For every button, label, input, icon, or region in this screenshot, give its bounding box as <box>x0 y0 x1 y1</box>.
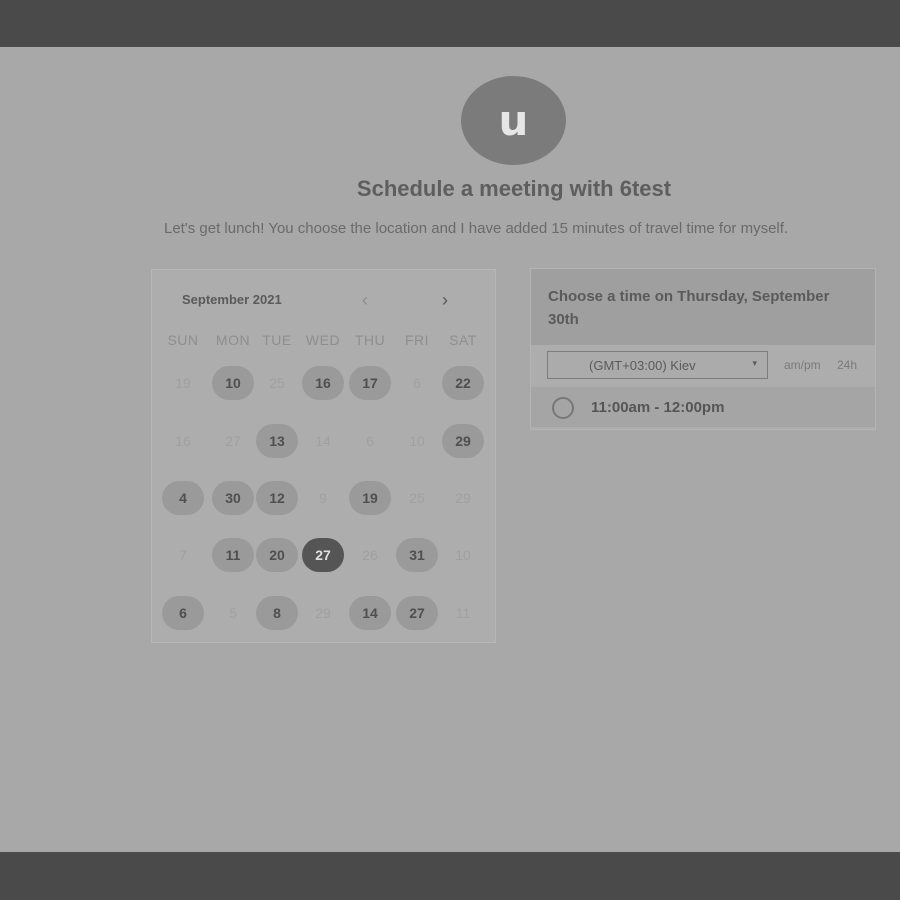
time-slot-option[interactable]: 11:00am - 12:00pm <box>531 387 875 427</box>
calendar-day-unavailable: 25 <box>409 490 425 506</box>
format-ampm-toggle[interactable]: am/pm <box>784 358 821 372</box>
calendar-day-unavailable: 27 <box>225 433 241 449</box>
calendar-day-available[interactable]: 17 <box>349 366 391 400</box>
calendar-day-available[interactable]: 6 <box>162 596 204 630</box>
calendar-day-available[interactable]: 22 <box>442 366 484 400</box>
calendar-day-available[interactable]: 16 <box>302 366 344 400</box>
caret-down-icon: ▾ <box>752 358 757 368</box>
weekday-header: THU <box>354 332 386 348</box>
calendar-day-available[interactable]: 27 <box>396 596 438 630</box>
time-slot-label: 11:00am - 12:00pm <box>591 399 725 416</box>
weekday-header: WED <box>305 332 341 348</box>
calendar-day-unavailable: 26 <box>362 547 378 563</box>
avatar-initial: u <box>498 96 529 145</box>
calendar-day-available[interactable]: 14 <box>349 596 391 630</box>
weekday-header: TUE <box>262 332 292 348</box>
calendar-day-unavailable: 9 <box>319 490 327 506</box>
calendar-day-unavailable: 5 <box>229 605 237 621</box>
weekday-header: SAT <box>449 332 477 348</box>
weekday-header: MON <box>215 332 251 348</box>
timezone-select[interactable]: (GMT+03:00) Kiev ▾ <box>547 351 768 379</box>
calendar-day-available[interactable]: 8 <box>256 596 298 630</box>
time-selection-panel: Choose a time on Thursday, September 30t… <box>530 268 876 430</box>
date-picker-calendar: September 2021 ‹ › SUN MON TUE WED THU FRI SAT… <box>151 269 496 643</box>
calendar-day-available[interactable]: 31 <box>396 538 438 572</box>
calendar-day-available[interactable]: 12 <box>256 481 298 515</box>
calendar-day-available[interactable]: 13 <box>256 424 298 458</box>
weekday-header: SUN <box>167 332 199 348</box>
calendar-day-available[interactable]: 11 <box>212 538 254 572</box>
timezone-value: (GMT+03:00) Kiev <box>589 358 696 373</box>
calendar-day-unavailable: 11 <box>455 605 471 621</box>
chevron-right-icon[interactable]: › <box>442 290 448 311</box>
bottom-overlay-bar <box>0 852 900 900</box>
calendar-day-unavailable: 29 <box>315 605 331 621</box>
calendar-day-available[interactable]: 19 <box>349 481 391 515</box>
calendar-day-unavailable: 10 <box>455 547 471 563</box>
time-panel-header: Choose a time on Thursday, September 30t… <box>531 269 875 345</box>
calendar-day-unavailable: 6 <box>366 433 374 449</box>
time-panel-title: Choose a time on Thursday, September 30t… <box>548 288 830 328</box>
calendar-day-unavailable: 16 <box>175 433 191 449</box>
weekday-header: FRI <box>404 332 430 348</box>
page-description: Let's get lunch! You choose the location… <box>164 220 789 237</box>
calendar-day-selected[interactable]: 27 <box>302 538 344 572</box>
calendar-day-unavailable: 10 <box>409 433 425 449</box>
calendar-day-unavailable: 19 <box>175 375 191 391</box>
calendar-day-available[interactable]: 20 <box>256 538 298 572</box>
avatar: u <box>461 76 566 165</box>
chevron-left-icon[interactable]: ‹ <box>362 290 368 311</box>
calendar-day-available[interactable]: 4 <box>162 481 204 515</box>
calendar-day-available[interactable]: 29 <box>442 424 484 458</box>
format-24h-toggle[interactable]: 24h <box>837 358 857 372</box>
calendar-day-unavailable: 7 <box>179 547 187 563</box>
calendar-day-unavailable: 29 <box>455 490 471 506</box>
month-label: September 2021 <box>182 292 282 307</box>
calendar-day-unavailable: 14 <box>315 433 331 449</box>
calendar-day-unavailable: 6 <box>413 375 421 391</box>
radio-button[interactable] <box>552 397 574 419</box>
page-title: Schedule a meeting with 6test <box>356 176 672 201</box>
calendar-day-available[interactable]: 10 <box>212 366 254 400</box>
calendar-day-unavailable: 25 <box>269 375 285 391</box>
top-overlay-bar <box>0 0 900 47</box>
calendar-day-available[interactable]: 30 <box>212 481 254 515</box>
